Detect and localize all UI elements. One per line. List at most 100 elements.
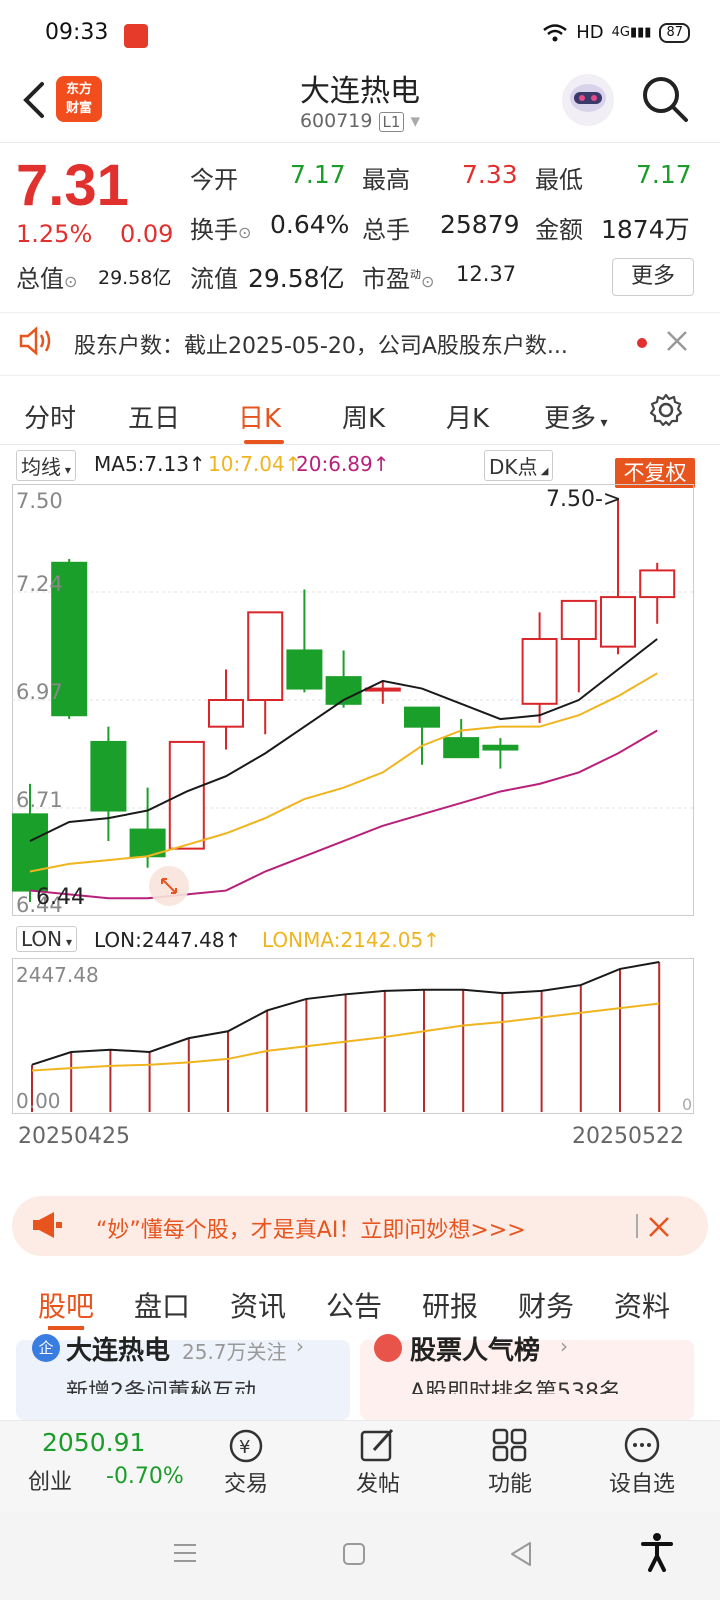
change-amount: 0.09 [120,220,174,248]
quote-value-total-value: 29.58亿 [98,267,172,289]
tab-profile[interactable]: 资料 [614,1285,670,1325]
date-end: 20250522 [572,1124,684,1149]
lonma-legend: LONMA:2142.05↑ [262,928,440,952]
home-icon[interactable] [342,1542,366,1566]
back-icon[interactable] [508,1540,534,1568]
quote-label-float-value: 流值 [190,265,238,293]
tab-news[interactable]: 资讯 [230,1285,286,1325]
tab-five-day[interactable]: 五日 [128,398,180,435]
y-tick-label: 0.00 [16,1089,61,1113]
date-start: 20250425 [18,1124,130,1149]
tab-more[interactable]: 更多 ▾ [544,398,608,435]
ma-selector[interactable]: 均线 ▾ [16,450,76,481]
company-badge-icon: 企 [32,1334,60,1362]
quote-label-high: 最高 [362,166,410,194]
quote-value-open: 7.17 [290,160,346,189]
popularity-card-title: 股票人气榜 [410,1336,541,1366]
forum-card-subtitle: 新增2条问董秘互动 [66,1380,256,1394]
quote-label-total-value: 总值⊙ [16,265,78,293]
follow-count: 25.7万关注 [182,1340,287,1364]
index-change[interactable]: -0.70% [106,1464,184,1489]
y-tick-label: 7.50 [16,489,63,513]
candle-down [443,737,480,759]
candle-up [560,599,597,641]
banner-divider [636,1214,638,1238]
post-edit-icon[interactable] [358,1426,398,1464]
quote-value-turnover: 0.64% [270,210,350,239]
dk-point-button[interactable]: DK点 ◢ [484,450,554,481]
tab-monthly-k[interactable]: 月K [446,398,489,435]
speaker-icon [19,326,51,356]
y-tick-label: 7.24 [16,572,63,596]
ma10-legend: 10:7.04↑ [208,452,302,476]
post-button[interactable]: 发帖 [328,1466,428,1498]
signal-icon: 4G▮▮▮ [611,25,652,40]
tab-finance[interactable]: 财务 [518,1285,574,1325]
status-indicators: HD 4G▮▮▮ 87 [542,22,690,43]
quote-label-pe: 市盈动⊙ [362,265,435,293]
candle-down [286,649,323,690]
y-tick-label: 0 [682,1095,692,1114]
tab-guba[interactable]: 股吧 [38,1285,94,1325]
candle-down [482,744,519,751]
ai-banner-text[interactable]: “妙”懂每个股，才是真AI！立即问妙想>>> [96,1212,526,1244]
quote-value-high: 7.33 [462,160,518,189]
max-price-label: 7.50-> [546,487,621,512]
menu-icon[interactable] [172,1542,198,1564]
megaphone-icon [33,1212,62,1238]
add-watchlist-icon[interactable] [622,1426,662,1464]
close-icon[interactable] [648,1216,670,1238]
candle-up [639,569,676,599]
trade-icon[interactable]: ¥ [226,1428,266,1464]
current-price: 7.31 [16,153,129,218]
candle-up [168,740,205,850]
tab-pankou[interactable]: 盘口 [134,1285,190,1325]
trade-button[interactable]: 交易 [196,1466,296,1498]
candlestick-chart[interactable]: 7.50 7.24 6.97 6.71 6.44 7.50-> 6.44 [12,484,694,916]
quote-label-amount: 金额 [535,216,583,244]
ranking-chart-icon [374,1334,402,1362]
indicator-selector[interactable]: LON ▾ [16,926,77,952]
tabs-divider [0,444,720,445]
change-percent: 1.25% [16,220,93,248]
battery-icon: 87 [659,22,690,43]
level-badge: L1 [378,112,405,132]
quote-value-volume: 25879 [440,210,520,239]
ma20-legend: 20:6.89↑ [296,452,390,476]
forum-card-title: 大连热电 [66,1336,171,1366]
index-name[interactable]: 创业 [28,1464,72,1496]
functions-grid-icon[interactable] [490,1426,530,1464]
chevron-right-icon: › [560,1334,568,1358]
quote-value-float-value: 29.58亿 [248,264,345,293]
y-tick-label: 6.97 [16,680,63,704]
candle-down [12,813,48,892]
tab-daily-k[interactable]: 日K [238,398,281,435]
tab-research[interactable]: 研报 [422,1285,478,1325]
candle-up [208,699,244,728]
accessibility-icon[interactable] [640,1532,674,1572]
candle-up [247,611,284,702]
quote-value-pe: 12.37 [456,262,517,286]
index-value[interactable]: 2050.91 [42,1428,145,1457]
y-tick-label: 2447.48 [16,963,99,987]
settings-gear-icon[interactable] [648,392,684,428]
network-type: HD [576,22,604,43]
lon-indicator-chart[interactable]: 2447.48 0.00 0 [12,958,694,1114]
functions-button[interactable]: 功能 [460,1466,560,1498]
tab-announcement[interactable]: 公告 [326,1285,382,1325]
tab-intraday[interactable]: 分时 [24,398,76,435]
candle-up [521,638,558,705]
quote-label-open: 今开 [190,166,238,194]
add-watchlist-button[interactable]: 设自选 [592,1466,692,1498]
ma5-legend: MA5:7.13↑ [94,452,206,476]
notice-text[interactable]: 股东户数：截止2025-05-20，公司A股股东户数... [74,328,634,360]
app-notification-icon [124,24,148,48]
close-icon[interactable] [666,330,688,352]
tab-weekly-k[interactable]: 周K [342,398,385,435]
more-quote-button[interactable]: 更多 [612,258,694,296]
search-icon[interactable] [640,74,690,124]
ai-assistant-robot-icon[interactable] [560,72,616,128]
chevron-right-icon: › [296,1334,304,1358]
wifi-icon [543,23,568,41]
quote-label-low: 最低 [535,166,583,194]
